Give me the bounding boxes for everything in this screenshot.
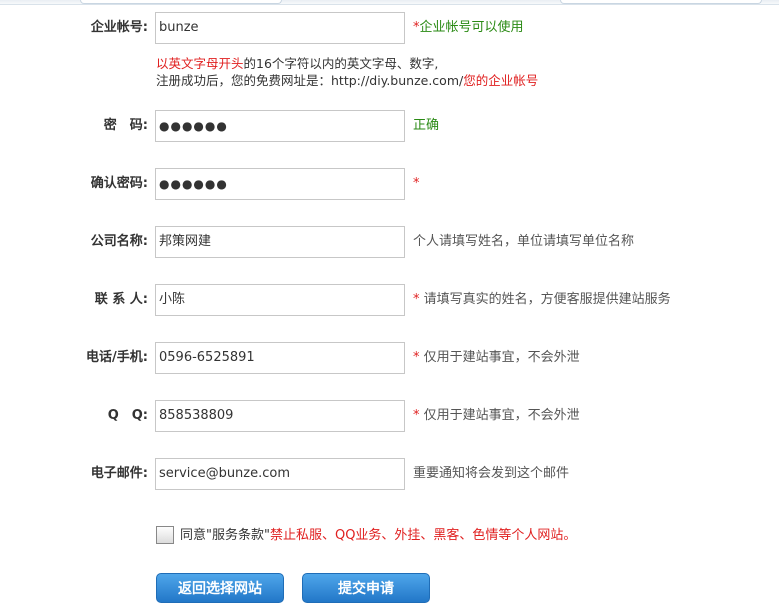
contact-hint-text: 请填写真实的姓名，方便客服提供建站服务: [423, 292, 671, 307]
password-label: 密 码:: [103, 118, 148, 133]
tab-edge-left: [80, 0, 282, 4]
account-note-line1: 以英文字母开头的16个字符以内的英文字母、数字,: [156, 56, 438, 72]
phone-row: 电话/手机: 0596-6525891 * 仅用于建站事宜，不会外泄: [0, 342, 779, 374]
required-star: *: [413, 350, 420, 365]
email-label: 电子邮件:: [90, 466, 148, 481]
phone-hint-text: 仅用于建站事宜，不会外泄: [423, 350, 580, 365]
required-star: *: [413, 408, 420, 423]
company-input[interactable]: 邦策网建: [155, 226, 405, 258]
company-row: 公司名称: 邦策网建 个人请填写姓名，单位请填写单位名称: [0, 226, 779, 258]
qq-hint-text: 仅用于建站事宜，不会外泄: [423, 408, 580, 423]
note-url-highlight: 您的企业帐号: [463, 73, 539, 88]
note-text: 的16个字符以内的英文字母、数字,: [243, 56, 439, 71]
note-highlight: 以英文字母开头: [156, 56, 244, 71]
account-hint: *企业帐号可以使用: [413, 12, 524, 44]
back-button[interactable]: 返回选择网站: [156, 573, 284, 603]
qq-label: Q Q:: [107, 408, 148, 423]
confirm-password-input[interactable]: ●●●●●●: [155, 168, 405, 200]
email-row: 电子邮件: service@bunze.com 重要通知将会发到这个邮件: [0, 458, 779, 490]
contact-row: 联 系 人: 小陈 * 请填写真实的姓名，方便客服提供建站服务: [0, 284, 779, 316]
account-label: 企业帐号:: [90, 20, 148, 35]
required-star: *: [413, 292, 420, 307]
agreement-text: 同意"服务条款"禁止私服、QQ业务、外挂、黑客、色情等个人网站。: [180, 525, 576, 547]
contact-label: 联 系 人:: [94, 292, 148, 307]
company-label: 公司名称:: [90, 234, 148, 249]
password-status: 正确: [413, 118, 440, 133]
account-row: 企业帐号: bunze *企业帐号可以使用: [0, 12, 779, 44]
phone-label: 电话/手机:: [86, 350, 148, 365]
phone-input[interactable]: 0596-6525891: [155, 342, 405, 374]
password-row: 密 码: ●●●●●● 正确: [0, 110, 779, 142]
required-star: *: [413, 176, 420, 191]
agree-checkbox[interactable]: [156, 526, 174, 544]
tab-edge-right: [560, 0, 762, 4]
confirm-label: 确认密码:: [90, 176, 148, 191]
confirm-row: 确认密码: ●●●●●● *: [0, 168, 779, 200]
note-url: 注册成功后，您的免费网址是：http://diy.bunze.com/: [156, 73, 464, 88]
account-input[interactable]: bunze: [155, 12, 405, 44]
qq-input[interactable]: 858538809: [155, 400, 405, 432]
account-status: 企业帐号可以使用: [419, 20, 524, 35]
qq-hint: * 仅用于建站事宜，不会外泄: [413, 400, 580, 432]
company-hint: 个人请填写姓名，单位请填写单位名称: [413, 234, 635, 249]
top-border: [0, 0, 779, 5]
phone-hint: * 仅用于建站事宜，不会外泄: [413, 342, 580, 374]
submit-button[interactable]: 提交申请: [302, 573, 430, 603]
contact-hint: * 请填写真实的姓名，方便客服提供建站服务: [413, 284, 671, 316]
account-note-line2: 注册成功后，您的免费网址是：http://diy.bunze.com/您的企业帐…: [156, 73, 538, 89]
email-hint: 重要通知将会发到这个邮件: [413, 466, 570, 481]
password-input[interactable]: ●●●●●●: [155, 110, 405, 142]
qq-row: Q Q: 858538809 * 仅用于建站事宜，不会外泄: [0, 400, 779, 432]
contact-input[interactable]: 小陈: [155, 284, 405, 316]
agreement-warning: 禁止私服、QQ业务、外挂、黑客、色情等个人网站。: [269, 528, 577, 543]
email-input[interactable]: service@bunze.com: [155, 458, 405, 490]
terms-link[interactable]: 同意"服务条款": [180, 528, 270, 543]
